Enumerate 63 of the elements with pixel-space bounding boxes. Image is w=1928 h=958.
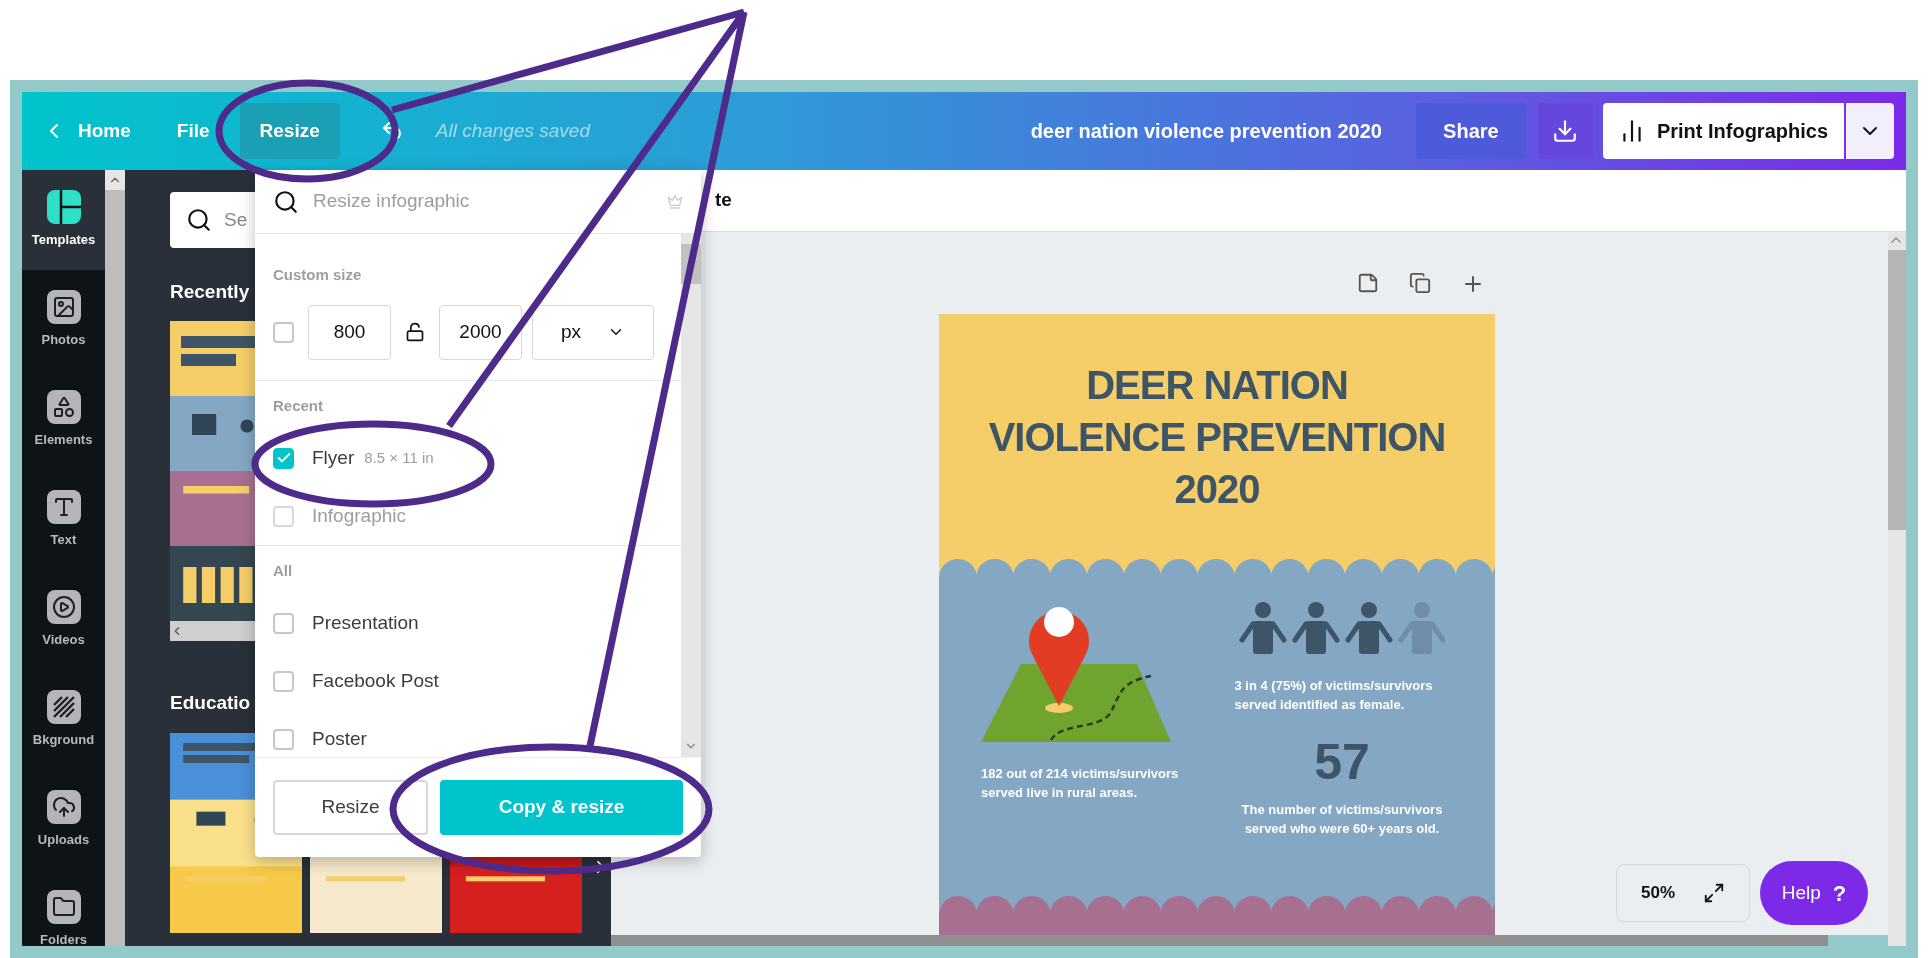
cloud-upload-icon: [46, 790, 81, 825]
rail-item[interactable]: Photos: [22, 270, 105, 370]
rail-item[interactable]: Text: [22, 470, 105, 570]
stat-number: 57: [1314, 734, 1370, 790]
fullscreen-icon[interactable]: [1703, 882, 1725, 904]
design-heading: DEER NATION: [1086, 361, 1348, 409]
width-field[interactable]: 800: [308, 304, 391, 360]
size-option[interactable]: Flyer 8.5 × 11 in: [273, 443, 663, 473]
section-label: Custom size: [273, 265, 363, 285]
stat-text: The number of victims/survivors served who were 60+ years old.: [1240, 801, 1444, 838]
size-option[interactable]: Poster: [273, 724, 663, 755]
zoom-control[interactable]: 50%: [1616, 864, 1750, 922]
rail-item[interactable]: Uploads: [22, 770, 105, 870]
play-icon: [46, 590, 81, 625]
templates-icon: [46, 190, 81, 225]
save-status: All changes saved: [435, 118, 590, 143]
size-detail: 8.5 × 11 in: [364, 447, 434, 468]
rail-item[interactable]: Folders: [22, 870, 105, 946]
rail-item[interactable]: Templates: [22, 170, 105, 270]
section-heading: Recently: [170, 280, 251, 304]
vertical-scrollbar[interactable]: [1888, 232, 1906, 946]
size-option[interactable]: Facebook Post: [273, 666, 663, 697]
folder-icon: [46, 890, 81, 925]
photo-icon: [46, 290, 81, 325]
print-button[interactable]: Print Infographics: [1602, 103, 1844, 159]
checkbox[interactable]: [273, 447, 294, 469]
help-button[interactable]: Help ?: [1760, 861, 1868, 925]
text-icon: [46, 490, 81, 525]
resize-confirm-button[interactable]: Resize: [273, 780, 428, 835]
download-button[interactable]: [1537, 103, 1593, 159]
size-option[interactable]: Presentation: [273, 608, 663, 639]
duplicate-icon[interactable]: [1409, 272, 1431, 294]
rail-item[interactable]: Elements: [22, 370, 105, 470]
checkbox[interactable]: [273, 671, 294, 692]
lock-icon[interactable]: [405, 322, 425, 342]
crown-icon: [667, 193, 683, 210]
stripes-icon: [46, 690, 81, 725]
stat-text: 3 in 4 (75%) of victims/survivors served identified as female.: [1234, 677, 1434, 714]
shapes-icon: [46, 390, 81, 425]
section-label: All: [273, 561, 294, 581]
checkbox[interactable]: [273, 321, 294, 343]
search-icon: [186, 207, 212, 233]
height-field[interactable]: 2000: [439, 304, 522, 360]
horizontal-scrollbar[interactable]: [611, 935, 1828, 946]
menu-scrollbar[interactable]: [681, 234, 701, 757]
section-label: Recent: [273, 395, 325, 416]
checkbox[interactable]: [273, 613, 294, 634]
rail-scrollbar[interactable]: [105, 170, 125, 946]
checkbox[interactable]: [273, 729, 294, 750]
design-heading: 2020: [1174, 465, 1260, 513]
download-icon: [1552, 118, 1579, 144]
rail-item[interactable]: Bkground: [22, 670, 105, 770]
design-heading: VIOLENCE PREVENTION: [988, 413, 1446, 461]
toolbar-text: te: [715, 188, 732, 213]
rail-item[interactable]: Videos: [22, 570, 105, 670]
share-button[interactable]: Share: [1415, 103, 1526, 159]
scroll-thumb[interactable]: [1888, 250, 1906, 530]
unit-select[interactable]: px: [532, 304, 654, 360]
search-icon: [273, 188, 299, 215]
section-heading: Educatio: [170, 690, 252, 715]
design-title: deer nation violence prevention 2020: [1030, 119, 1382, 144]
note-icon[interactable]: [1357, 272, 1379, 294]
stat-text: 182 out of 214 victims/survivors served live in rural areas.: [981, 765, 1180, 802]
